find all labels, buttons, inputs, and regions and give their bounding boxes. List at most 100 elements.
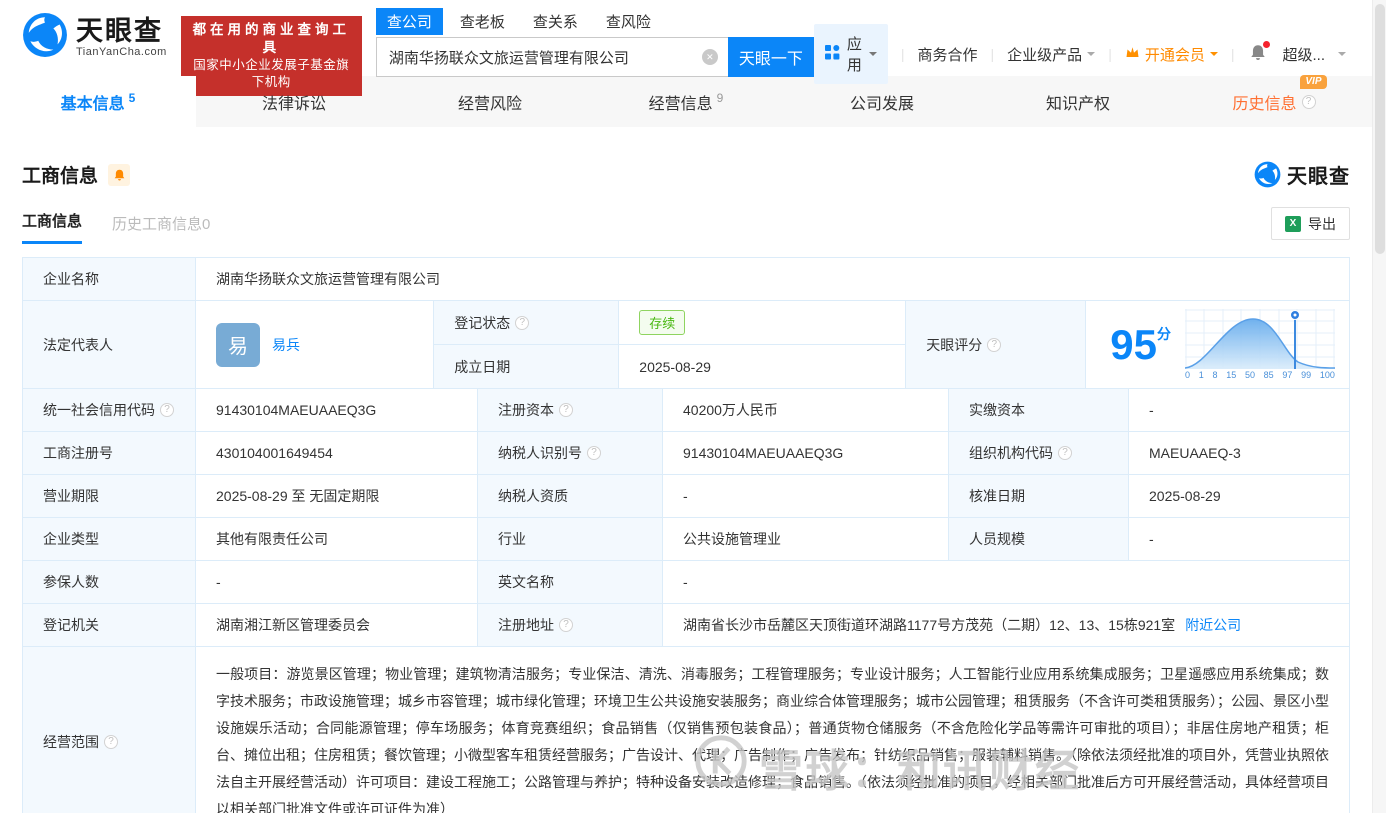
super-vip-label: 超级... [1282, 46, 1325, 64]
legal-rep-avatar[interactable]: 易 [216, 322, 260, 367]
established-label: 成立日期 [454, 358, 511, 375]
staff-value: - [1149, 531, 1154, 547]
score-chart-ticks: 01 8 15 50 85 97 99 100 [1185, 370, 1335, 380]
type-label: 企业类型 [43, 531, 99, 547]
export-label: 导出 [1308, 215, 1336, 232]
tab-label: 公司发展 [849, 95, 914, 113]
subscribe-bell-icon[interactable] [108, 163, 131, 186]
tab-basic-info[interactable]: 基本信息 5 [0, 76, 196, 127]
tab-label: 基本信息 [60, 95, 125, 113]
help-icon[interactable] [559, 403, 573, 417]
search-tab-risk[interactable]: 查风险 [595, 8, 662, 35]
status-badge: 存续 [639, 310, 686, 335]
top-menu: 应用 | 商务合作 | 企业级产品 | 开通会员 | 超级... [813, 24, 1362, 84]
table-row: 营业期限 2025-08-29 至 无固定期限 纳税人资质 - 核准日期 202… [23, 475, 1349, 518]
nearby-companies-link[interactable]: 附近公司 [1185, 615, 1241, 635]
legal-rep-link[interactable]: 易兵 [272, 335, 300, 355]
term-value: 2025-08-29 至 无固定期限 [196, 475, 478, 517]
clear-search-icon[interactable] [701, 49, 718, 65]
help-icon[interactable] [160, 403, 174, 417]
company-nav-tabs: 基本信息 5 法律诉讼 经营风险 经营信息 9 公司发展 知识产权 历史信息 V… [0, 74, 1372, 127]
business-scope-value: 一般项目：游览景区管理；物业管理；建筑物清洁服务；专业保洁、清洗、消毒服务；工程… [216, 666, 1329, 813]
score-value: 95 [1110, 320, 1157, 368]
chevron-down-icon [1087, 52, 1096, 60]
chevron-down-icon [868, 52, 877, 60]
regno-label-cell: 工商注册号 [23, 432, 196, 474]
scope-label: 经营范围 [43, 734, 99, 750]
open-vip-label: 开通会员 [1144, 46, 1205, 64]
tab-legal-litigation[interactable]: 法律诉讼 [196, 76, 392, 127]
table-subrow: 成立日期 2025-08-29 [434, 345, 905, 388]
help-icon[interactable] [587, 446, 601, 460]
taxq-label-cell: 纳税人资质 [478, 475, 663, 517]
page-scrollbar[interactable] [1372, 0, 1386, 813]
tab-operation-info[interactable]: 经营信息 9 [588, 76, 784, 127]
subtab-history-business-info[interactable]: 历史工商信息0 [112, 213, 210, 244]
approve-value: 2025-08-29 [1149, 488, 1221, 504]
table-row: 统一社会信用代码 91430104MAEUAAEQ3G 注册资本 40200万人… [23, 389, 1349, 432]
menu-open-vip[interactable]: 开通会员 [1125, 44, 1218, 65]
legal-rep-label: 法定代表人 [23, 301, 196, 388]
tianyancha-logo[interactable]: 天眼查 TianYanCha.com [22, 12, 167, 63]
industry-label-cell: 行业 [478, 518, 663, 560]
status-date-column: 登记状态 存续 成立日期 2025-08-29 [434, 301, 907, 388]
search-area: 查公司 查老板 查关系 查风险 天眼一下 [375, 8, 814, 77]
search-tab-boss[interactable]: 查老板 [449, 8, 516, 35]
notification-bell-icon[interactable] [1249, 40, 1271, 66]
taxq-label: 纳税人资质 [498, 488, 568, 504]
help-icon[interactable] [987, 337, 1002, 352]
established-value: 2025-08-29 [639, 358, 711, 375]
uscc-value: 91430104MAEUAAEQ3G [196, 389, 478, 431]
search-input[interactable] [375, 37, 728, 77]
menu-divider: | [1230, 46, 1235, 62]
tab-intellectual-property[interactable]: 知识产权 [980, 76, 1176, 127]
term-label-cell: 营业期限 [23, 475, 196, 517]
export-button[interactable]: 导出 [1271, 207, 1350, 240]
help-icon[interactable] [1058, 446, 1072, 460]
search-type-tabs: 查公司 查老板 查关系 查风险 [375, 8, 814, 35]
tab-company-development[interactable]: 公司发展 [784, 76, 980, 127]
legal-rep-cell: 易 易兵 [196, 301, 435, 388]
paidcap-label-cell: 实缴资本 [949, 389, 1129, 431]
table-row: 企业类型 其他有限责任公司 行业 公共设施管理业 人员规模 - [23, 518, 1349, 561]
apps-menu[interactable]: 应用 [813, 24, 888, 84]
table-row: 法定代表人 易 易兵 登记状态 存续 [23, 301, 1349, 389]
tab-count: 5 [128, 90, 136, 105]
subtab-business-info[interactable]: 工商信息 [22, 210, 83, 244]
type-value: 其他有限责任公司 [196, 518, 478, 560]
tab-history-info[interactable]: 历史信息 VIP [1176, 74, 1372, 127]
tianyancha-logo-icon [22, 12, 68, 63]
orgcode-label: 组织机构代码 [969, 445, 1053, 461]
menu-business-cooperation[interactable]: 商务合作 [918, 44, 978, 65]
approve-label-cell: 核准日期 [949, 475, 1129, 517]
reg-status-label-cell: 登记状态 [434, 301, 620, 344]
apps-label: 应用 [846, 36, 862, 74]
scrollbar-thumb[interactable] [1375, 4, 1385, 254]
regcap-value: 40200万人民币 [663, 389, 949, 431]
authority-label-cell: 登记机关 [23, 604, 196, 646]
excel-icon [1285, 215, 1301, 232]
table-row: 经营范围 一般项目：游览景区管理；物业管理；建筑物清洁服务；专业保洁、清洗、消毒… [23, 647, 1349, 813]
help-icon[interactable] [559, 618, 573, 632]
search-button[interactable]: 天眼一下 [727, 37, 814, 77]
industry-label: 行业 [498, 531, 526, 547]
help-icon[interactable] [104, 735, 118, 749]
chevron-down-icon[interactable] [1338, 52, 1346, 60]
top-header: 天眼查 TianYanCha.com 都在用的商业查询工具 国家中小企业发展子基… [0, 0, 1372, 96]
table-row: 企业名称 湖南华扬联众文旅运营管理有限公司 [23, 258, 1349, 301]
search-tab-company[interactable]: 查公司 [375, 8, 443, 35]
table-row: 工商注册号 430104001649454 纳税人识别号 91430104MAE… [23, 432, 1349, 475]
vip-badge: VIP [1300, 74, 1327, 89]
tab-operation-risk[interactable]: 经营风险 [392, 76, 588, 127]
help-icon[interactable] [1301, 94, 1316, 109]
orgcode-label-cell: 组织机构代码 [949, 432, 1129, 474]
section-brand-text: 天眼查 [1287, 166, 1350, 188]
menu-super-vip[interactable]: 超级... [1282, 44, 1325, 65]
taxid-label-cell: 纳税人识别号 [478, 432, 663, 474]
menu-enterprise-products[interactable]: 企业级产品 [1007, 44, 1096, 65]
authority-value: 湖南湘江新区管理委员会 [196, 604, 478, 646]
search-tab-relation[interactable]: 查关系 [522, 8, 589, 35]
help-icon[interactable] [515, 315, 530, 330]
tab-label: 经营信息 [648, 95, 713, 113]
regno-value: 430104001649454 [196, 432, 478, 474]
